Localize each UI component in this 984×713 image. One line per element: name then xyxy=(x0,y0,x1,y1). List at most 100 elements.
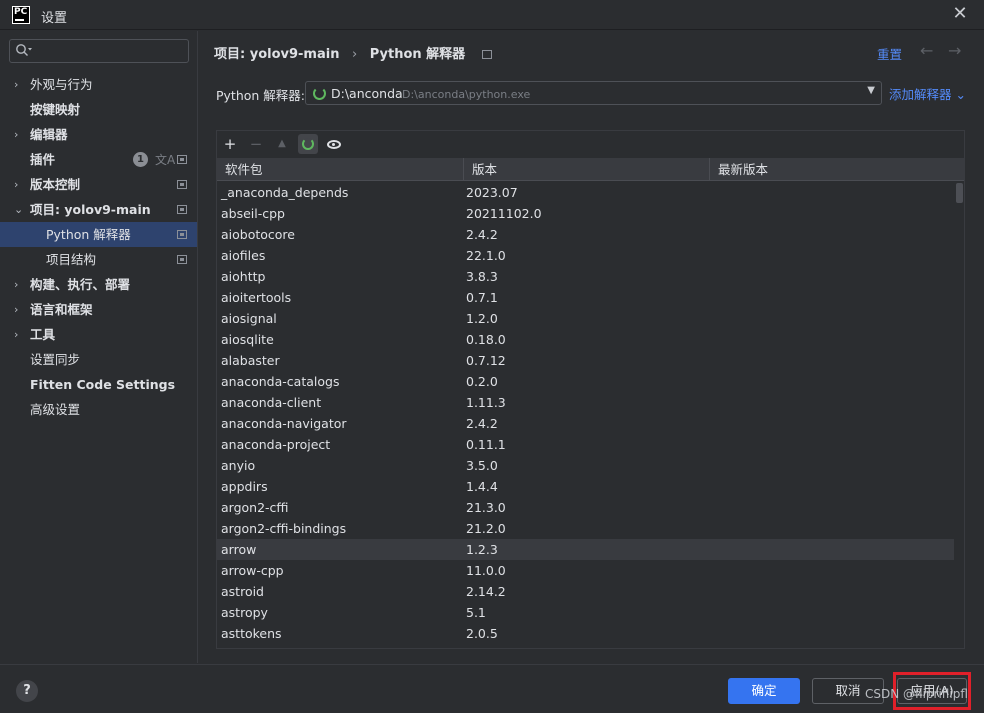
chevron-right-icon[interactable]: › xyxy=(14,172,26,197)
sidebar-item-editor[interactable]: › 编辑器 xyxy=(0,122,197,147)
eye-icon xyxy=(327,140,341,149)
sidebar-item-label: 构建、执行、部署 xyxy=(30,277,131,292)
table-row[interactable]: aiobotocore 2.4.2 xyxy=(217,224,954,245)
table-row[interactable]: alabaster 0.7.12 xyxy=(217,350,954,371)
settings-search-box[interactable] xyxy=(9,39,189,63)
column-header-package[interactable]: 软件包 xyxy=(217,158,463,181)
search-icon xyxy=(16,44,32,56)
package-version-cell: 21.2.0 xyxy=(466,521,506,536)
table-row[interactable]: anaconda-project 0.11.1 xyxy=(217,434,954,455)
table-row[interactable]: aiofiles 22.1.0 xyxy=(217,245,954,266)
add-package-button[interactable]: + xyxy=(220,134,240,154)
table-row[interactable]: asttokens 2.0.5 xyxy=(217,623,954,644)
sidebar-item-version-control[interactable]: › 版本控制 xyxy=(0,172,197,197)
package-version-cell: 2.4.2 xyxy=(466,416,498,431)
package-name-cell: astropy xyxy=(221,605,268,620)
interpreter-dropdown[interactable]: D:\anconda D:\anconda\python.exe ▼ xyxy=(305,81,882,105)
package-version-cell: 1.2.0 xyxy=(466,311,498,326)
chevron-right-icon[interactable]: › xyxy=(14,272,26,297)
sidebar-item-label: 编辑器 xyxy=(30,127,68,142)
table-row[interactable]: aiosignal 1.2.0 xyxy=(217,308,954,329)
column-header-latest[interactable]: 最新版本 xyxy=(709,158,964,181)
breadcrumb: 项目: yolov9-main › Python 解释器 xyxy=(214,43,492,62)
interpreter-label: Python 解释器: xyxy=(216,88,306,103)
column-header-version[interactable]: 版本 xyxy=(463,158,709,181)
chevron-right-icon[interactable]: › xyxy=(14,72,26,97)
table-row[interactable]: anaconda-navigator 2.4.2 xyxy=(217,413,954,434)
table-row[interactable]: arrow-cpp 11.0.0 xyxy=(217,560,954,581)
chevron-right-icon[interactable]: › xyxy=(14,322,26,347)
back-arrow-icon[interactable]: ← xyxy=(920,41,933,60)
table-row[interactable]: _anaconda_depends 2023.07 xyxy=(217,182,954,203)
table-row[interactable]: anyio 3.5.0 xyxy=(217,455,954,476)
sidebar-item-settings-sync[interactable]: 设置同步 xyxy=(0,347,197,372)
refresh-button[interactable] xyxy=(298,134,318,154)
package-version-cell: 2.4.2 xyxy=(466,227,498,242)
sidebar-item-appearance[interactable]: › 外观与行为 xyxy=(0,72,197,97)
add-interpreter-link[interactable]: 添加解释器 ⌄ xyxy=(889,84,966,103)
table-row[interactable]: abseil-cpp 20211102.0 xyxy=(217,203,954,224)
project-scope-icon xyxy=(177,180,187,189)
sidebar-item-build[interactable]: › 构建、执行、部署 xyxy=(0,272,197,297)
table-row[interactable]: argon2-cffi 21.3.0 xyxy=(217,497,954,518)
sidebar-item-tools[interactable]: › 工具 xyxy=(0,322,197,347)
table-row[interactable]: arrow 1.2.3 xyxy=(217,539,954,560)
package-version-cell: 20211102.0 xyxy=(466,206,542,221)
remove-package-button[interactable]: − xyxy=(246,134,266,154)
table-row[interactable]: anaconda-client 1.11.3 xyxy=(217,392,954,413)
chevron-right-icon[interactable]: › xyxy=(14,297,26,322)
table-row[interactable]: aiosqlite 0.18.0 xyxy=(217,329,954,350)
breadcrumb-page: Python 解释器 xyxy=(369,47,466,62)
package-name-cell: _anaconda_depends xyxy=(221,185,349,200)
package-table-panel: + − ▲ 软件包 版本 最新版本 _anaconda_depends 2023.… xyxy=(216,130,965,649)
package-name-cell: argon2-cffi xyxy=(221,500,289,515)
package-name-cell: argon2-cffi-bindings xyxy=(221,521,347,536)
help-button[interactable]: ? xyxy=(16,680,38,702)
sidebar-item-python-interpreter[interactable]: Python 解释器 xyxy=(0,222,197,247)
table-row[interactable]: astroid 2.14.2 xyxy=(217,581,954,602)
forward-arrow-icon[interactable]: → xyxy=(948,41,961,60)
sidebar-item-label: 项目: yolov9-main xyxy=(30,202,151,217)
package-name-cell: anaconda-catalogs xyxy=(221,374,340,389)
package-version-cell: 22.1.0 xyxy=(466,248,506,263)
sidebar-item-keymap[interactable]: 按键映射 xyxy=(0,97,197,122)
sidebar-item-advanced[interactable]: 高级设置 xyxy=(0,397,197,422)
show-early-releases-button[interactable] xyxy=(324,134,344,154)
package-name-cell: arrow-cpp xyxy=(221,563,284,578)
ok-button[interactable]: 确定 xyxy=(728,678,800,704)
scrollbar-thumb[interactable] xyxy=(956,183,963,203)
package-version-cell: 11.0.0 xyxy=(466,563,506,578)
search-input[interactable] xyxy=(36,42,186,60)
package-version-cell: 3.5.0 xyxy=(466,458,498,473)
package-version-cell: 5.1 xyxy=(466,605,486,620)
table-row[interactable]: astropy 5.1 xyxy=(217,602,954,623)
chevron-right-icon[interactable]: › xyxy=(14,122,26,147)
settings-nav: › 外观与行为 按键映射 › 编辑器 插件 1 文A › 版本控制 ⌄ 项目: … xyxy=(0,72,197,422)
update-count-badge: 1 xyxy=(133,152,148,167)
chevron-down-icon[interactable]: ⌄ xyxy=(14,197,26,222)
vertical-scrollbar[interactable] xyxy=(955,182,964,648)
sidebar-item-plugins[interactable]: 插件 1 文A xyxy=(0,147,197,172)
sidebar-item-languages[interactable]: › 语言和框架 xyxy=(0,297,197,322)
settings-main-panel: 项目: yolov9-main › Python 解释器 重置 ← → Pyth… xyxy=(199,31,984,663)
table-row[interactable]: anaconda-catalogs 0.2.0 xyxy=(217,371,954,392)
sidebar-item-project-structure[interactable]: 项目结构 xyxy=(0,247,197,272)
project-scope-icon xyxy=(177,230,187,239)
breadcrumb-separator: › xyxy=(352,47,358,62)
package-name-cell: aiohttp xyxy=(221,269,266,284)
sidebar-item-label: 按键映射 xyxy=(30,102,81,117)
package-version-cell: 0.7.12 xyxy=(466,353,506,368)
package-version-cell: 1.2.3 xyxy=(466,542,498,557)
package-name-cell: anaconda-client xyxy=(221,395,322,410)
table-row[interactable]: appdirs 1.4.4 xyxy=(217,476,954,497)
close-icon[interactable]: ✕ xyxy=(950,4,970,24)
table-row[interactable]: aiohttp 3.8.3 xyxy=(217,266,954,287)
table-row[interactable]: aioitertools 0.7.1 xyxy=(217,287,954,308)
sidebar-item-project[interactable]: ⌄ 项目: yolov9-main xyxy=(0,197,197,222)
table-row[interactable]: argon2-cffi-bindings 21.2.0 xyxy=(217,518,954,539)
reset-link[interactable]: 重置 xyxy=(877,44,902,63)
sidebar-item-fitten-code[interactable]: Fitten Code Settings xyxy=(0,372,197,397)
package-name-cell: aioitertools xyxy=(221,290,292,305)
upgrade-package-button[interactable]: ▲ xyxy=(272,134,292,154)
dropdown-caret-icon[interactable]: ▼ xyxy=(867,85,875,96)
